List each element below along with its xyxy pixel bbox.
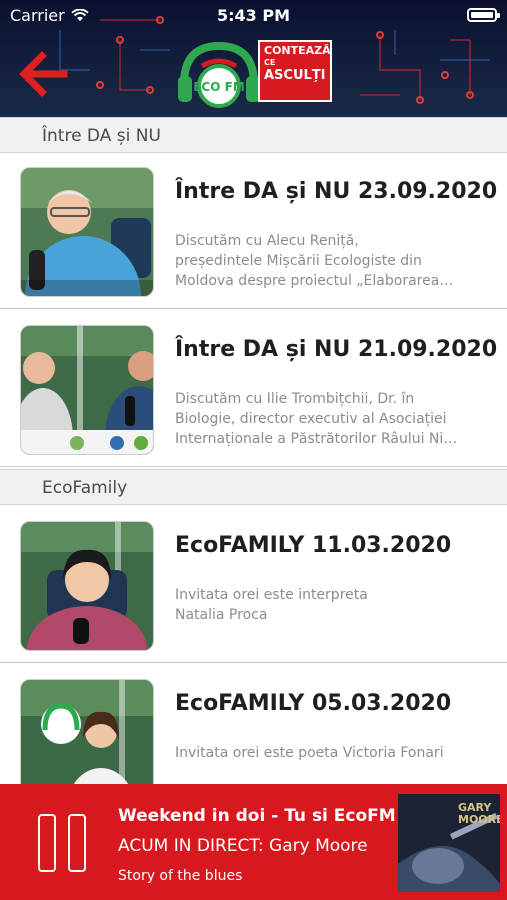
description-line: Internaționale a Păstrătorilor Râului Ni… — [175, 431, 458, 447]
logo-line-2: CE — [264, 58, 276, 68]
episode-thumbnail — [20, 325, 154, 455]
logo-slogan: CONTEAZĂ CE ASCULȚI — [258, 40, 332, 102]
pause-icon[interactable] — [38, 814, 92, 874]
section-header: Între DA și NU — [0, 117, 507, 153]
description-line: Moldova despre proiectul „Elaborarea… — [175, 273, 454, 289]
section-title: Între DA și NU — [42, 126, 161, 146]
status-bar: Carrier 5:43 PM — [0, 0, 507, 30]
episode-title: Între DA și NU 23.09.2020 — [175, 179, 498, 204]
headphones-logo-icon: ECO FM — [178, 41, 260, 108]
player-show-title: Weekend in doi - Tu si EcoFM — [118, 806, 396, 826]
app-header: Carrier 5:43 PM ECO FM CONTEAZĂ CE ASCUL… — [0, 0, 507, 117]
album-art-text: GARY MOORE — [458, 801, 500, 826]
back-arrow-icon[interactable] — [16, 46, 72, 102]
episode-title: Între DA și NU 21.09.2020 — [175, 337, 498, 362]
description-line: Invitata orei este poeta Victoria Fonari — [175, 745, 444, 761]
episode-title: EcoFAMILY 11.03.2020 — [175, 533, 452, 558]
episode-description: Invitata orei este interpreta Natalia Pr… — [175, 585, 475, 625]
player-live-label: ACUM IN DIRECT: Gary Moore — [118, 836, 368, 856]
list-item[interactable]: Între DA și NU 21.09.2020 Discutăm cu Il… — [0, 311, 507, 467]
logo-line-1: CONTEAZĂ — [264, 44, 331, 57]
status-time: 5:43 PM — [216, 6, 290, 25]
description-line: Invitata orei este interpreta — [175, 587, 368, 603]
description-line: Natalia Proca — [175, 607, 268, 623]
logo-badge: ECO FM — [193, 80, 245, 94]
section-header: EcoFamily — [0, 469, 507, 505]
episode-description: Discutăm cu Ilie Trombițchii, Dr. în Bio… — [175, 389, 475, 449]
description-line: președintele Mișcării Ecologiste din — [175, 253, 422, 269]
player-song-title: Story of the blues — [118, 868, 243, 884]
description-line: Discutăm cu Alecu Reniță, — [175, 233, 359, 249]
episode-description: Discutăm cu Alecu Reniță, președintele M… — [175, 231, 475, 291]
list-item[interactable]: EcoFAMILY 11.03.2020 Invitata orei este … — [0, 507, 507, 663]
episode-thumbnail — [20, 167, 154, 297]
album-art: GARY MOORE — [398, 794, 500, 892]
description-line: Discutăm cu Ilie Trombițchii, Dr. în — [175, 391, 415, 407]
battery-icon — [467, 8, 500, 22]
episode-title: EcoFAMILY 05.03.2020 — [175, 691, 452, 716]
logo-line-3: ASCULȚI — [264, 67, 326, 83]
now-playing-bar[interactable]: Weekend in doi - Tu si EcoFM ACUM IN DIR… — [0, 784, 507, 900]
section-title: EcoFamily — [42, 478, 128, 498]
episode-thumbnail — [20, 521, 154, 651]
description-line: Biologie, director executiv al Asociație… — [175, 411, 447, 427]
episode-description: Invitata orei este poeta Victoria Fonari — [175, 743, 475, 763]
list-item[interactable]: Între DA și NU 23.09.2020 Discutăm cu Al… — [0, 153, 507, 309]
